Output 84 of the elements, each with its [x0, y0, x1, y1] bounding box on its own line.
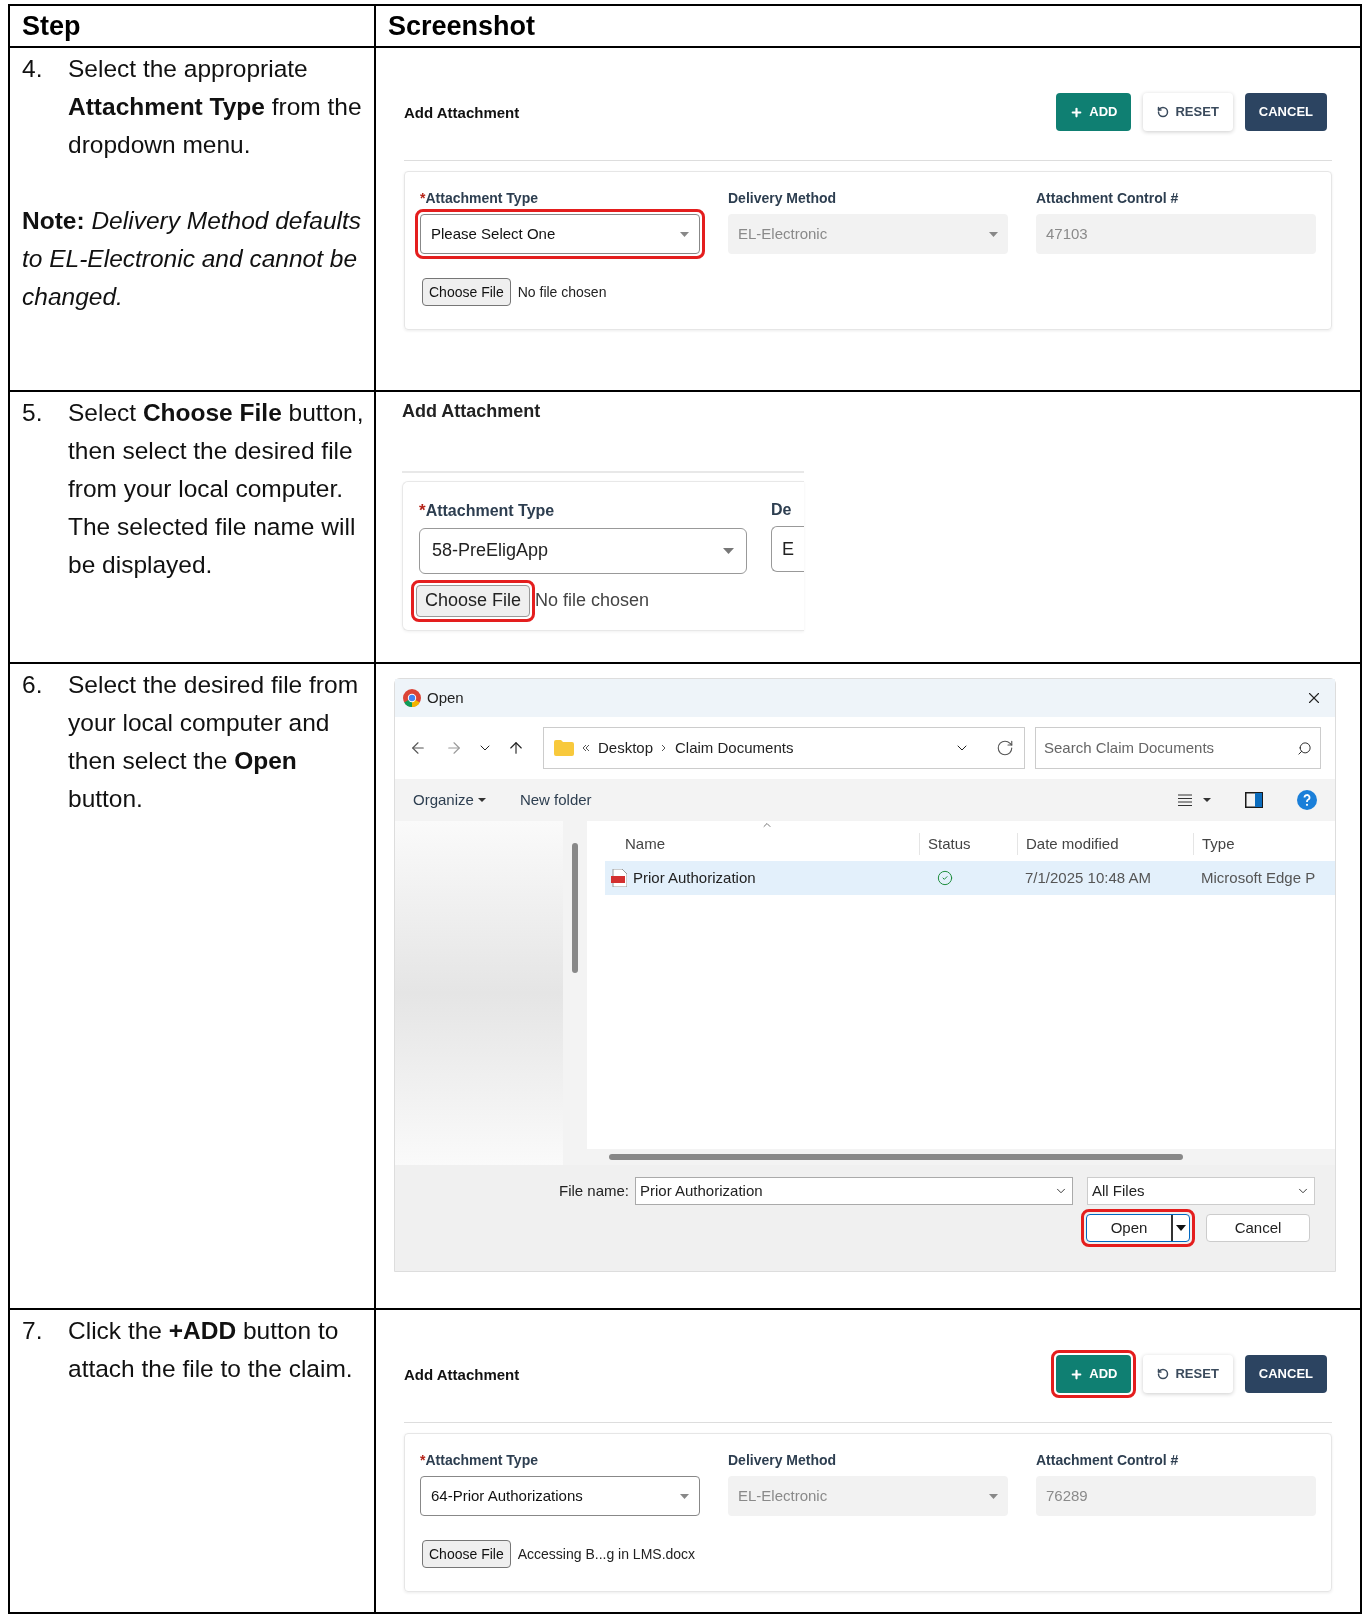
file-row[interactable]: Prior Authorization 7/1/2025 10:48 AM Microsoft Edge P	[605, 861, 1335, 895]
add-button[interactable]: ADD	[1056, 93, 1132, 131]
plus-icon	[1070, 105, 1084, 119]
refresh-icon[interactable]	[996, 739, 1014, 757]
step-instruction: Select the appropriate Attachment Type from the dropdown menu.	[68, 54, 363, 160]
caret-icon	[723, 547, 734, 554]
file-status: No file chosen	[517, 282, 607, 302]
split-caret-icon	[1171, 1215, 1189, 1241]
pdf-file-icon	[611, 869, 627, 887]
cancel-button[interactable]: CANCEL	[1244, 93, 1327, 131]
required-asterisk: *	[420, 189, 426, 208]
column-header[interactable]: Type	[1202, 834, 1235, 852]
caret-icon[interactable]	[1203, 798, 1211, 802]
form-title: Add Attachment	[404, 103, 520, 123]
file-type: Microsoft Edge P	[1200, 867, 1317, 888]
browser-logo-icon	[403, 689, 421, 707]
form-title: Add Attachment	[404, 1365, 520, 1385]
open-button[interactable]: Open	[1086, 1214, 1190, 1242]
step-number: 7.	[22, 1316, 44, 1346]
file-type-dropdown[interactable]: All Files	[1087, 1177, 1315, 1205]
path-segment[interactable]: Claim Documents	[675, 736, 794, 760]
file-status: No file chosen	[535, 589, 650, 612]
caret-icon	[989, 231, 998, 237]
dropdown-field[interactable]: 58-PreEligApp	[419, 527, 747, 574]
dropdown-field[interactable]: E	[771, 526, 804, 572]
dialog-title: Open	[427, 687, 464, 708]
step-instruction: Click the +ADD button to attach the file to the claim.	[68, 1316, 354, 1384]
file-status: Accessing B...g in LMS.docx	[517, 1544, 696, 1564]
cancel-button[interactable]: Cancel	[1206, 1214, 1310, 1242]
required-asterisk: *	[419, 500, 426, 522]
column-header: Step	[22, 9, 81, 43]
file-name-label: File name:	[558, 1180, 629, 1201]
field-label: Attachment Type	[425, 1451, 538, 1470]
chevron-right-icon	[661, 744, 668, 752]
double-chevron-icon	[582, 744, 590, 752]
reset-icon	[1157, 1368, 1170, 1380]
list-view-icon[interactable]	[1177, 793, 1193, 807]
cancel-button[interactable]: CANCEL	[1244, 1355, 1327, 1393]
file-date: 7/1/2025 10:48 AM	[1024, 867, 1152, 888]
caret-icon	[989, 1493, 998, 1499]
caret-icon	[477, 798, 486, 802]
file-name-field[interactable]: Prior Authorization	[635, 1177, 1073, 1205]
file-name: Prior Authorization	[633, 867, 756, 888]
form-title: Add Attachment	[402, 400, 541, 423]
column-header[interactable]: Status	[928, 834, 971, 852]
preview-pane-icon[interactable]	[1245, 792, 1263, 808]
dropdown-field[interactable]: Please Select One	[420, 214, 700, 254]
field-label: Delivery Method	[728, 189, 837, 208]
toolbar-button[interactable]: Organize	[413, 788, 486, 812]
step-number: 6.	[22, 670, 44, 700]
field-label: De	[771, 500, 792, 520]
step-number: 5.	[22, 398, 44, 428]
choose-file-button[interactable]: Choose File	[422, 278, 511, 306]
step-instruction: Select the desired file from your local computer and then select the Open button.	[68, 670, 360, 814]
step-number: 4.	[22, 54, 44, 84]
toolbar-button[interactable]: New folder	[519, 788, 592, 812]
step-note: Note: Delivery Method defaults to EL-Electronic and cannot be changed.	[22, 206, 363, 312]
add-button[interactable]: ADD	[1056, 1355, 1132, 1393]
caret-icon	[680, 1493, 689, 1499]
field-label: Delivery Method	[728, 1451, 837, 1470]
address-bar[interactable]: Desktop Claim Documents	[543, 727, 1025, 769]
search-field[interactable]: Search Claim Documents	[1035, 727, 1321, 769]
field-label: Attachment Type	[425, 189, 538, 208]
field-label: Attachment Control #	[1036, 189, 1179, 208]
required-asterisk: *	[420, 1451, 426, 1470]
field-label: Attachment Type	[425, 500, 555, 521]
reset-button[interactable]: RESET	[1143, 93, 1233, 131]
step-instruction: Select Choose File button, then select the desired file from your local computer. The selected file name will be displayed.	[68, 398, 365, 580]
help-icon[interactable]	[1297, 790, 1317, 810]
column-header: Screenshot	[388, 9, 536, 43]
dropdown-field[interactable]: 64-Prior Authorizations	[420, 1476, 700, 1516]
path-segment[interactable]: Desktop	[598, 736, 654, 760]
column-header[interactable]: Name	[625, 834, 665, 852]
caret-icon	[680, 231, 689, 237]
reset-button[interactable]: RESET	[1143, 1355, 1233, 1393]
reset-icon	[1157, 106, 1170, 118]
search-icon	[1297, 740, 1312, 756]
column-header[interactable]: Date modified	[1026, 834, 1119, 852]
field-label: Attachment Control #	[1036, 1451, 1179, 1470]
plus-icon	[1070, 1367, 1084, 1381]
folder-icon	[554, 740, 574, 756]
forward-arrow-icon[interactable]	[445, 739, 463, 757]
choose-file-button[interactable]: Choose File	[422, 1540, 511, 1568]
choose-file-button[interactable]: Choose File	[416, 584, 531, 617]
